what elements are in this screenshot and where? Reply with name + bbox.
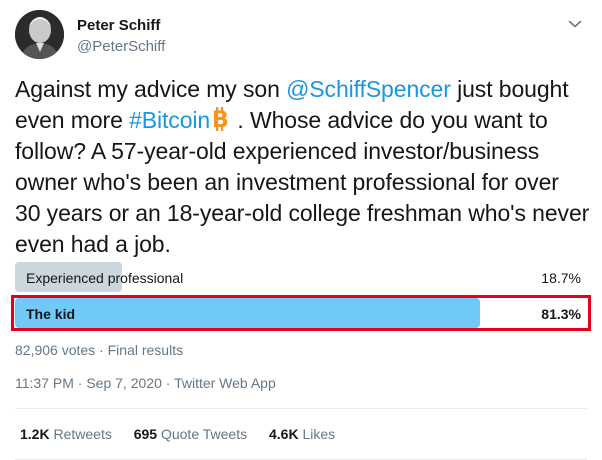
author-handle[interactable]: @PeterSchiff: [77, 38, 165, 55]
chevron-down-icon[interactable]: [563, 12, 587, 36]
retweets-stat[interactable]: 1.2K Retweets: [20, 426, 112, 442]
bitcoin-emoji: B: [211, 107, 231, 133]
tweet-text: Against my advice my son @SchiffSpencer …: [15, 74, 590, 260]
mention-link[interactable]: @SchiffSpencer: [286, 76, 451, 102]
poll-option-percent: 18.7%: [541, 270, 581, 286]
tweet-timestamp[interactable]: 11:37 PM · Sep 7, 2020 · Twitter Web App: [15, 375, 276, 391]
poll-meta: 82,906 votes · Final results: [15, 342, 184, 358]
quote-tweets-count: 695: [133, 426, 158, 442]
poll-status: Final results: [107, 342, 184, 358]
tweet-text-part: Against my advice my son: [15, 76, 287, 102]
likes-stat[interactable]: 4.6K Likes: [269, 426, 335, 442]
tweet-date: Sep 7, 2020: [86, 375, 162, 391]
quote-tweets-stat[interactable]: 695 Quote Tweets: [134, 426, 247, 442]
quote-tweets-label: Quote Tweets: [160, 426, 248, 442]
divider: [15, 408, 587, 409]
tweet-source[interactable]: Twitter Web App: [174, 375, 276, 391]
likes-count: 4.6K: [269, 426, 299, 442]
likes-label: Likes: [302, 426, 336, 442]
tweet-header: Peter Schiff @PeterSchiff: [15, 10, 587, 60]
highlight-box: [11, 295, 591, 331]
poll-option: Experienced professional 18.7%: [15, 262, 587, 292]
retweets-count: 1.2K: [20, 426, 50, 442]
author-display-name[interactable]: Peter Schiff: [77, 17, 160, 34]
poll: Experienced professional 18.7% The kid 8…: [11, 262, 591, 334]
poll-option: The kid 81.3%: [11, 295, 591, 331]
svg-text:B: B: [212, 108, 229, 131]
tweet-time: 11:37 PM: [15, 375, 74, 391]
poll-option-label: Experienced professional: [26, 270, 184, 286]
poll-votes: 82,906 votes: [15, 342, 96, 358]
hashtag-link[interactable]: #Bitcoin: [129, 107, 210, 133]
engagement-stats: 1.2K Retweets 695 Quote Tweets 4.6K Like…: [20, 426, 353, 442]
avatar[interactable]: [15, 10, 64, 59]
retweets-label: Retweets: [53, 426, 112, 442]
